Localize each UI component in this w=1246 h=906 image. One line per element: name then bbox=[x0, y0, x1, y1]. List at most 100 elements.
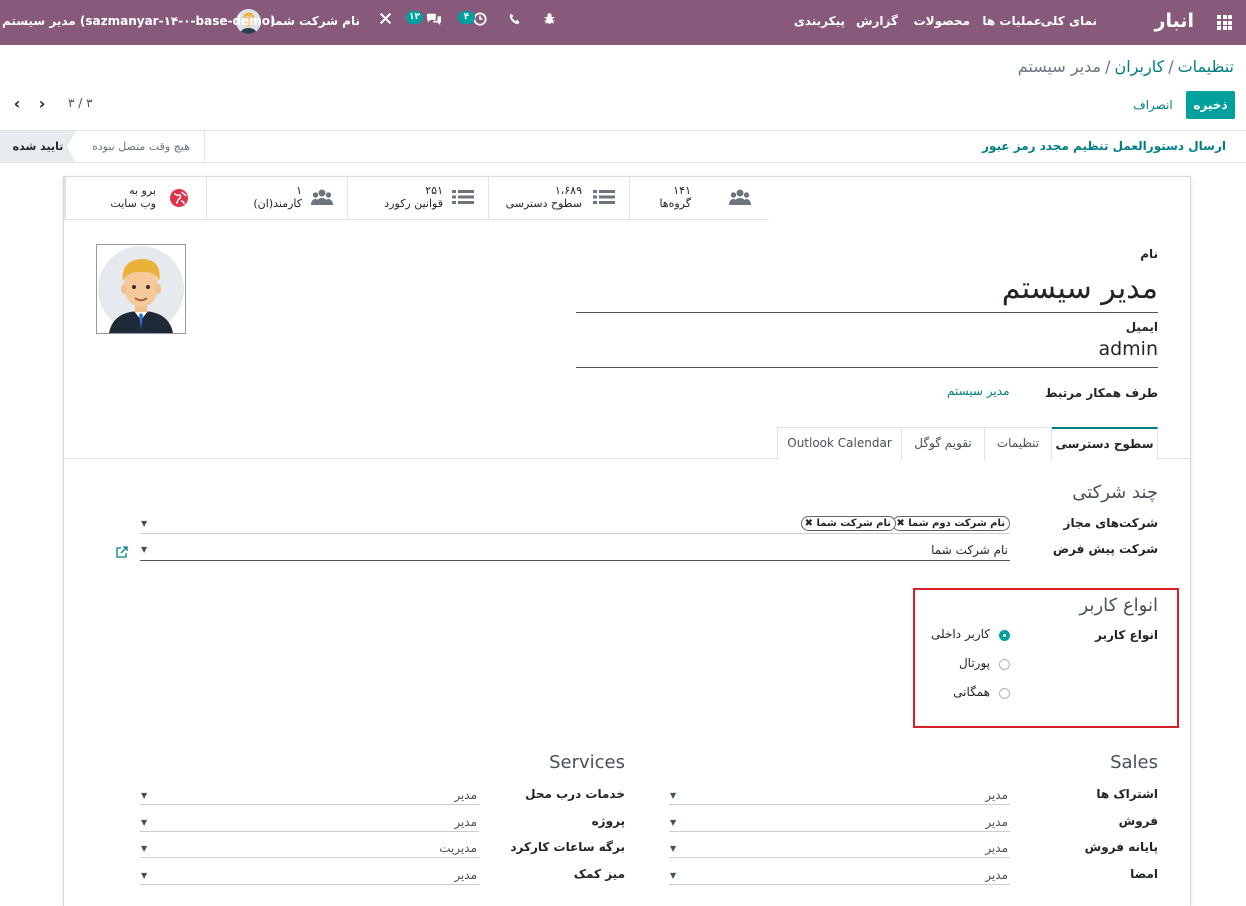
menu-overview[interactable]: نمای کلی bbox=[1041, 0, 1097, 45]
email-underline bbox=[576, 367, 1158, 368]
user-menu[interactable]: مدیر سیستم (sazmanyar-۱۴-۰-base-demo) bbox=[2, 0, 275, 45]
caret-down-icon[interactable]: ▼ bbox=[670, 871, 676, 880]
tools-icon[interactable] bbox=[377, 12, 393, 32]
tab-access-rights[interactable]: سطوح دسترسی bbox=[1051, 427, 1158, 460]
chat-icon[interactable] bbox=[424, 12, 444, 32]
smart-label: کارمند(ان) bbox=[253, 197, 302, 210]
caret-down-icon[interactable]: ▼ bbox=[141, 871, 147, 880]
tag-remove-icon[interactable]: ✖ bbox=[896, 518, 904, 529]
smart-button-groups[interactable]: ۱۴۱ گروه‌ها bbox=[629, 177, 770, 219]
field-underline bbox=[140, 831, 479, 832]
caret-down-icon[interactable]: ▼ bbox=[670, 791, 676, 800]
smart-label: وب سایت bbox=[110, 197, 156, 210]
caret-down-icon[interactable]: ▼ bbox=[141, 791, 147, 800]
radio-public[interactable] bbox=[999, 688, 1010, 699]
list-icon bbox=[593, 188, 615, 208]
radio-portal-label[interactable]: پورتال bbox=[959, 656, 990, 670]
related-partner-link[interactable]: مدیر سیستم bbox=[947, 384, 1010, 398]
save-button[interactable]: ذخیره bbox=[1186, 91, 1235, 119]
company-tag[interactable]: ✖ نام شرکت دوم شما bbox=[892, 516, 1010, 531]
breadcrumb: تنظیمات/کاربران/مدیر سیستم bbox=[1017, 57, 1234, 76]
apps-grid-icon[interactable] bbox=[1217, 15, 1232, 30]
tag-remove-icon[interactable]: ✖ bbox=[805, 518, 813, 529]
user-photo[interactable] bbox=[96, 244, 186, 334]
pos-select[interactable]: مدیر bbox=[985, 841, 1008, 855]
radio-portal[interactable] bbox=[999, 659, 1010, 670]
smart-label: سطوح دسترسی bbox=[505, 197, 582, 210]
breadcrumb-users[interactable]: کاربران bbox=[1114, 57, 1164, 76]
smart-button-record-rules[interactable]: ۲۵۱ قوانین رکورد bbox=[347, 177, 488, 219]
field-underline bbox=[669, 804, 1010, 805]
messages-badge: ۱۳ bbox=[406, 11, 423, 24]
caret-down-icon[interactable]: ▼ bbox=[670, 818, 676, 827]
field-underline bbox=[140, 884, 479, 885]
breadcrumb-settings[interactable]: تنظیمات bbox=[1178, 57, 1234, 76]
tag-label: نام شرکت دوم شما bbox=[908, 518, 1005, 529]
form-sheet: ۱۴۱ گروه‌ها ۱،۶۸۹ سطوح دسترسی ۲۵۱ قوانین رک… bbox=[63, 176, 1191, 906]
phone-icon[interactable] bbox=[506, 12, 524, 32]
smart-button-website[interactable]: برو به وب سایت bbox=[65, 177, 206, 219]
app-brand[interactable]: انبار bbox=[1155, 0, 1194, 45]
project-label: پروژه bbox=[591, 814, 625, 828]
tab-outlook-calendar[interactable]: Outlook Calendar bbox=[777, 427, 902, 460]
caret-down-icon[interactable]: ▼ bbox=[141, 519, 147, 528]
subscriptions-select[interactable]: مدیر bbox=[985, 788, 1008, 802]
timesheets-select[interactable]: مدیریت bbox=[439, 841, 477, 855]
menu-products[interactable]: محصولات bbox=[914, 0, 970, 45]
external-link-icon[interactable] bbox=[116, 543, 128, 558]
sales-title: Sales bbox=[1110, 752, 1158, 773]
form-statusbar: ارسال دستورالعمل تنظیم مجدد رمز عبور تای… bbox=[0, 130, 1246, 163]
name-underline bbox=[576, 312, 1158, 313]
menu-operations[interactable]: عملیات ها bbox=[982, 0, 1042, 45]
smart-value: ۱،۶۸۹ bbox=[554, 184, 582, 197]
helpdesk-select[interactable]: مدیر bbox=[454, 868, 477, 882]
radio-internal-user[interactable] bbox=[999, 630, 1010, 641]
pager-value[interactable]: ۳ / ۳ bbox=[68, 96, 93, 110]
smart-value: ۱ bbox=[296, 184, 302, 197]
status-confirmed[interactable]: تایید شده bbox=[0, 131, 76, 162]
field-underline bbox=[140, 857, 479, 858]
field-service-select[interactable]: مدیر bbox=[454, 788, 477, 802]
top-navbar: انبار نمای کلی عملیات ها محصولات گزارش پ… bbox=[0, 0, 1246, 45]
smart-button-employees[interactable]: ۱ کارمند(ان) bbox=[206, 177, 347, 219]
smart-button-box: ۱۴۱ گروه‌ها ۱،۶۸۹ سطوح دسترسی ۲۵۱ قوانین رک… bbox=[64, 177, 769, 220]
caret-down-icon[interactable]: ▼ bbox=[670, 844, 676, 853]
default-company-input[interactable]: نام شرکت شما bbox=[931, 543, 1008, 557]
project-select[interactable]: مدیر bbox=[454, 815, 477, 829]
name-input[interactable]: مدیر سیستم bbox=[1002, 271, 1158, 306]
sign-select[interactable]: مدیر bbox=[985, 868, 1008, 882]
tag-label: نام شرکت شما bbox=[816, 518, 891, 529]
company-tag[interactable]: ✖ نام شرکت شما bbox=[800, 516, 896, 531]
notebook-tabs: سطوح دسترسی تنظیمات تقویم گوگل Outlook C… bbox=[64, 427, 1190, 460]
radio-public-label[interactable]: همگانی bbox=[953, 685, 990, 699]
tab-google-calendar[interactable]: تقویم گوگل bbox=[901, 427, 985, 460]
company-switcher[interactable]: نام شرکت شما bbox=[271, 0, 360, 45]
menu-reporting[interactable]: گزارش bbox=[856, 0, 898, 45]
radio-internal-user-label[interactable]: کاربر داخلی bbox=[931, 627, 990, 641]
caret-down-icon[interactable]: ▼ bbox=[141, 844, 147, 853]
tab-preferences[interactable]: تنظیمات bbox=[984, 427, 1052, 460]
subscriptions-label: اشتراک ها bbox=[1096, 787, 1158, 801]
status-never-connected[interactable]: هیچ وقت متصل نبوده bbox=[92, 131, 190, 162]
email-label: ایمیل bbox=[1125, 320, 1158, 334]
pager-previous-button[interactable]: ‹ bbox=[8, 94, 26, 114]
user-types-title: انواع کاربر bbox=[1079, 595, 1158, 616]
bug-icon[interactable] bbox=[540, 12, 558, 32]
smart-value: ۱۴۱ bbox=[673, 184, 691, 197]
caret-down-icon[interactable]: ▼ bbox=[141, 545, 147, 554]
email-input[interactable]: admin bbox=[1098, 338, 1158, 360]
reset-password-button[interactable]: ارسال دستورالعمل تنظیم مجدد رمز عبور bbox=[982, 139, 1226, 153]
users-icon bbox=[729, 188, 751, 208]
activity-badge: ۴ bbox=[458, 11, 475, 24]
sales-label: فروش bbox=[1118, 814, 1158, 828]
menu-configuration[interactable]: پیکربندی bbox=[794, 0, 845, 45]
allowed-companies-underline bbox=[140, 533, 1010, 534]
field-service-label: خدمات درب محل bbox=[525, 787, 625, 801]
discard-button[interactable]: انصراف bbox=[1128, 91, 1178, 119]
sales-select[interactable]: مدیر bbox=[985, 815, 1008, 829]
smart-button-access-rights[interactable]: ۱،۶۸۹ سطوح دسترسی bbox=[488, 177, 629, 219]
users-icon bbox=[311, 188, 333, 208]
caret-down-icon[interactable]: ▼ bbox=[141, 818, 147, 827]
smart-value: برو به bbox=[129, 184, 156, 197]
pager-next-button[interactable]: › bbox=[33, 94, 51, 114]
